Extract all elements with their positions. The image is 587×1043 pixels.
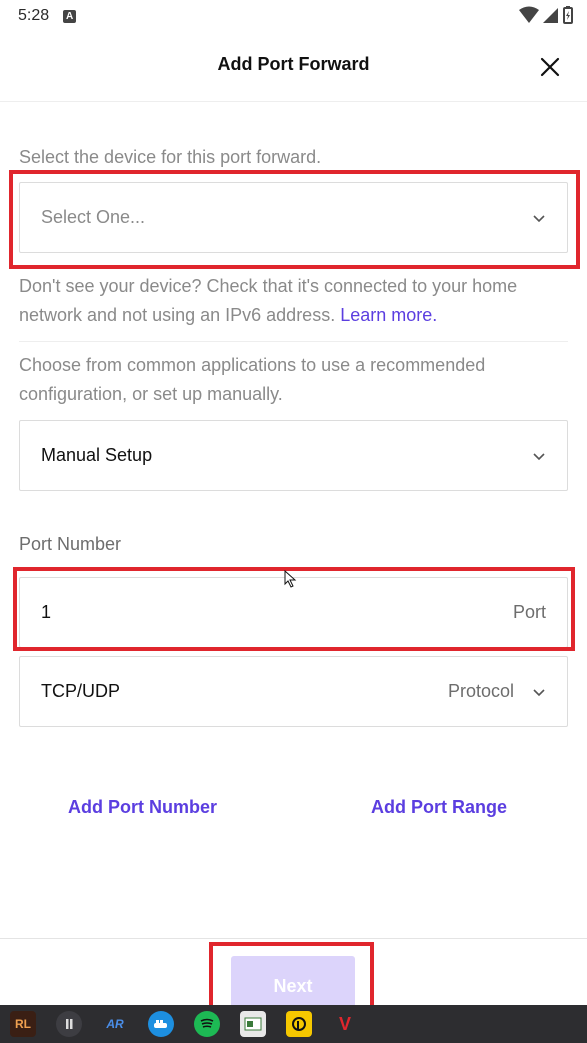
taskbar: RL AR V: [0, 1005, 587, 1043]
docker-icon[interactable]: [148, 1011, 174, 1037]
learn-more-link[interactable]: Learn more.: [340, 305, 437, 325]
port-number-label: Port Number: [19, 534, 122, 554]
notification-icon: A: [63, 9, 77, 23]
spotify-icon[interactable]: [194, 1011, 220, 1037]
device-help-message: Don't see your device? Check that it's c…: [19, 276, 518, 325]
device-help-text: Don't see your device? Check that it's c…: [19, 272, 564, 330]
protocol-selected-value: TCP/UDP: [41, 681, 121, 701]
chevron-down-icon: [533, 688, 545, 696]
signal-icon: [543, 8, 558, 23]
highlight-device-select: [9, 170, 580, 269]
device-label: Select the device for this port forward.: [19, 147, 322, 167]
protocol-suffix: Protocol: [447, 681, 514, 701]
status-bar: 5:28 A: [0, 0, 587, 32]
wifi-icon: [519, 6, 539, 23]
add-port-number-button[interactable]: Add Port Number: [68, 797, 217, 818]
pockity-icon[interactable]: [286, 1011, 312, 1037]
highlight-next-button: [209, 942, 374, 1014]
status-icons: [519, 6, 573, 24]
ar-icon[interactable]: AR: [102, 1011, 128, 1037]
status-time: 5:28: [18, 7, 50, 24]
protocol-select[interactable]: TCP/UDP Protocol: [19, 656, 568, 727]
application-selected-value: Manual Setup: [41, 445, 153, 465]
dialog-header: Add Port Forward: [0, 32, 587, 102]
application-label: Choose from common applications to use a…: [19, 355, 486, 404]
notes-icon[interactable]: [240, 1011, 266, 1037]
battery-icon: [563, 6, 573, 24]
application-select[interactable]: Manual Setup: [19, 420, 568, 491]
audio-icon[interactable]: [56, 1011, 82, 1037]
page-title: Add Port Forward: [217, 54, 370, 74]
close-icon[interactable]: [537, 54, 563, 80]
chevron-down-icon: [533, 452, 545, 460]
mouse-cursor-icon: [284, 570, 297, 588]
rl-icon[interactable]: RL: [10, 1011, 36, 1037]
divider: [19, 341, 568, 342]
add-port-range-button[interactable]: Add Port Range: [371, 797, 507, 818]
vivaldi-icon[interactable]: V: [332, 1011, 358, 1037]
